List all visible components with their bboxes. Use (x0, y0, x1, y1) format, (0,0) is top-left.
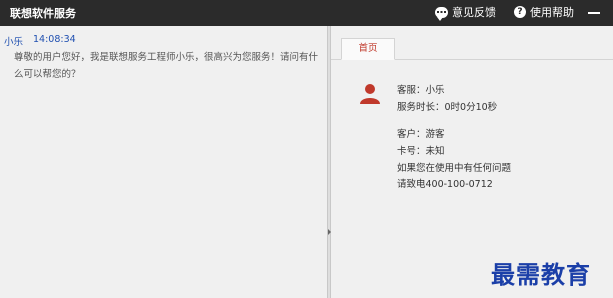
feedback-button[interactable]: 意见反馈 (435, 4, 496, 21)
message-header: 小乐 14:08:34 (4, 34, 76, 48)
title-bar: 联想软件服务 意见反馈 ? 使用帮助 (0, 0, 613, 26)
message-sender: 小乐 (4, 37, 24, 48)
feedback-label: 意见反馈 (452, 6, 496, 19)
agent-name: 客服：小乐 (397, 85, 445, 96)
message-time: 14:08:34 (33, 34, 76, 45)
help-button[interactable]: ? 使用帮助 (514, 4, 574, 20)
chat-pane[interactable]: 小乐 14:08:34 尊敬的用户您好，我是联想服务工程师小乐，很高兴为您服务！… (0, 26, 327, 298)
tab-home[interactable]: 首页 (341, 38, 395, 60)
app-title: 联想软件服务 (10, 7, 76, 20)
help-hint: 如果您在使用中有任何问题 (397, 163, 512, 174)
minimize-button[interactable] (588, 12, 600, 14)
service-duration: 服务时长：0时0分10秒 (397, 102, 498, 113)
help-label: 使用帮助 (530, 6, 574, 19)
card-number: 卡号：未知 (397, 146, 445, 157)
watermark-logo: 最需教育 (491, 260, 591, 289)
phone-hint: 请致电400-100-0712 (397, 179, 493, 190)
customer-name: 客户：游客 (397, 129, 445, 140)
person-icon (360, 84, 380, 104)
help-circle-icon: ? (514, 6, 526, 18)
chat-bubble-icon (435, 6, 448, 21)
message-text: 尊敬的用户您好，我是联想服务工程师小乐，很高兴为您服务！请问有什么可以帮您的？ (14, 52, 319, 80)
